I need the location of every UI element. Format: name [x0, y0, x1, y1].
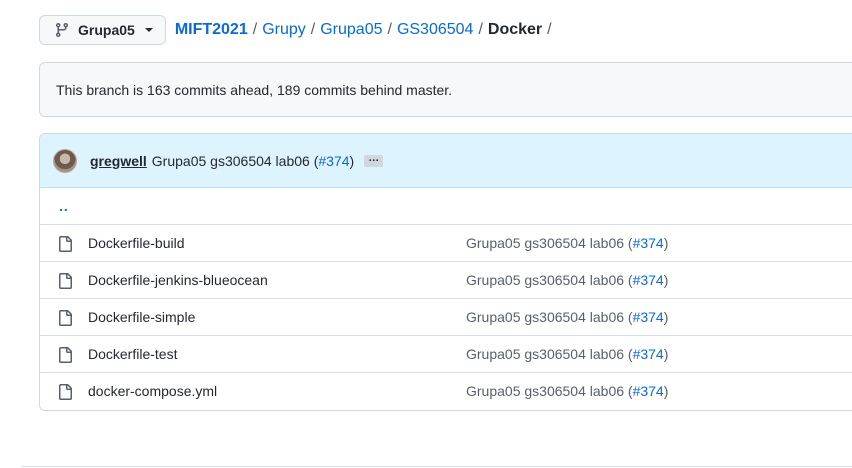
file-row: Dockerfile-test Grupa05 gs306504 lab06 (… — [40, 335, 852, 372]
file-commit-message: Grupa05 gs306504 lab06 (#374) — [466, 383, 668, 399]
file-icon — [59, 236, 72, 252]
repo-header: Grupa05 MIFT2021 / Grupy / Grupa05 / GS3… — [39, 14, 557, 46]
file-commit-close: ) — [663, 383, 669, 399]
commit-pr-link[interactable]: #374 — [318, 153, 349, 169]
file-commit-pr-link[interactable]: #374 — [633, 309, 664, 325]
file-commit-text[interactable]: Grupa05 gs306504 lab06 ( — [466, 309, 633, 325]
file-commit-close: ) — [663, 272, 669, 288]
file-icon — [59, 347, 72, 363]
git-branch-icon — [55, 23, 68, 38]
breadcrumb: MIFT2021 / Grupy / Grupa05 / GS306504 / … — [175, 21, 557, 39]
file-commit-message: Grupa05 gs306504 lab06 (#374) — [466, 272, 668, 288]
file-icon — [59, 273, 72, 289]
commit-author-link[interactable]: gregwell — [90, 153, 147, 169]
expand-commit-message-button[interactable]: … — [364, 152, 384, 167]
latest-commit-bar: gregwell Grupa05 gs306504 lab06 (#374) … — [40, 134, 852, 188]
file-commit-message: Grupa05 gs306504 lab06 (#374) — [466, 309, 668, 325]
footer-divider — [22, 466, 852, 467]
breadcrumb-link-grupy[interactable]: Grupy — [262, 21, 306, 39]
breadcrumb-separator: / — [387, 21, 392, 38]
file-row: Dockerfile-build Grupa05 gs306504 lab06 … — [40, 224, 852, 261]
file-commit-text[interactable]: Grupa05 gs306504 lab06 ( — [466, 383, 633, 399]
avatar[interactable] — [53, 148, 77, 173]
file-name-link[interactable]: Dockerfile-test — [88, 346, 177, 362]
file-icon — [59, 384, 72, 400]
file-commit-pr-link[interactable]: #374 — [633, 235, 664, 251]
breadcrumb-root-link[interactable]: MIFT2021 — [175, 21, 248, 39]
file-commit-message: Grupa05 gs306504 lab06 (#374) — [466, 235, 668, 251]
file-commit-pr-link[interactable]: #374 — [633, 272, 664, 288]
file-icon — [59, 310, 72, 326]
branch-status-notice: This branch is 163 commits ahead, 189 co… — [39, 62, 852, 117]
file-commit-text[interactable]: Grupa05 gs306504 lab06 ( — [466, 272, 633, 288]
file-commit-message: Grupa05 gs306504 lab06 (#374) — [466, 346, 668, 362]
breadcrumb-separator: / — [478, 21, 483, 38]
file-row: Dockerfile-jenkins-blueocean Grupa05 gs3… — [40, 261, 852, 298]
file-commit-close: ) — [663, 309, 669, 325]
file-commit-text[interactable]: Grupa05 gs306504 lab06 ( — [466, 235, 633, 251]
file-row: Dockerfile-simple Grupa05 gs306504 lab06… — [40, 298, 852, 335]
file-name-link[interactable]: docker-compose.yml — [88, 383, 217, 399]
file-commit-close: ) — [663, 235, 669, 251]
file-name-link[interactable]: Dockerfile-simple — [88, 309, 195, 325]
parent-directory-link[interactable]: .. — [59, 198, 69, 214]
caret-down-icon — [144, 28, 153, 32]
file-name-link[interactable]: Dockerfile-build — [88, 235, 184, 251]
breadcrumb-separator: / — [547, 21, 552, 38]
commit-message-close: ) — [349, 152, 355, 169]
file-commit-pr-link[interactable]: #374 — [633, 346, 664, 362]
breadcrumb-separator: / — [252, 21, 258, 38]
file-browser: gregwell Grupa05 gs306504 lab06 (#374) …… — [39, 133, 852, 411]
file-row: docker-compose.yml Grupa05 gs306504 lab0… — [40, 372, 852, 409]
file-name-link[interactable]: Dockerfile-jenkins-blueocean — [88, 272, 268, 288]
breadcrumb-link-gs306504[interactable]: GS306504 — [397, 21, 474, 39]
commit-message: Grupa05 gs306504 lab06 (#374) — [152, 153, 354, 169]
commit-message-text[interactable]: Grupa05 gs306504 lab06 ( — [152, 153, 319, 169]
file-commit-close: ) — [663, 346, 669, 362]
branch-status-text: This branch is 163 commits ahead, 189 co… — [56, 81, 453, 98]
breadcrumb-separator: / — [310, 21, 316, 38]
file-commit-pr-link[interactable]: #374 — [633, 383, 664, 399]
breadcrumb-link-grupa05[interactable]: Grupa05 — [320, 21, 382, 39]
file-commit-text[interactable]: Grupa05 gs306504 lab06 ( — [466, 346, 633, 362]
breadcrumb-current: Docker — [487, 21, 543, 38]
branch-name: Grupa05 — [78, 22, 135, 38]
branch-select-button[interactable]: Grupa05 — [39, 15, 166, 45]
parent-directory-row[interactable]: .. — [40, 188, 852, 224]
